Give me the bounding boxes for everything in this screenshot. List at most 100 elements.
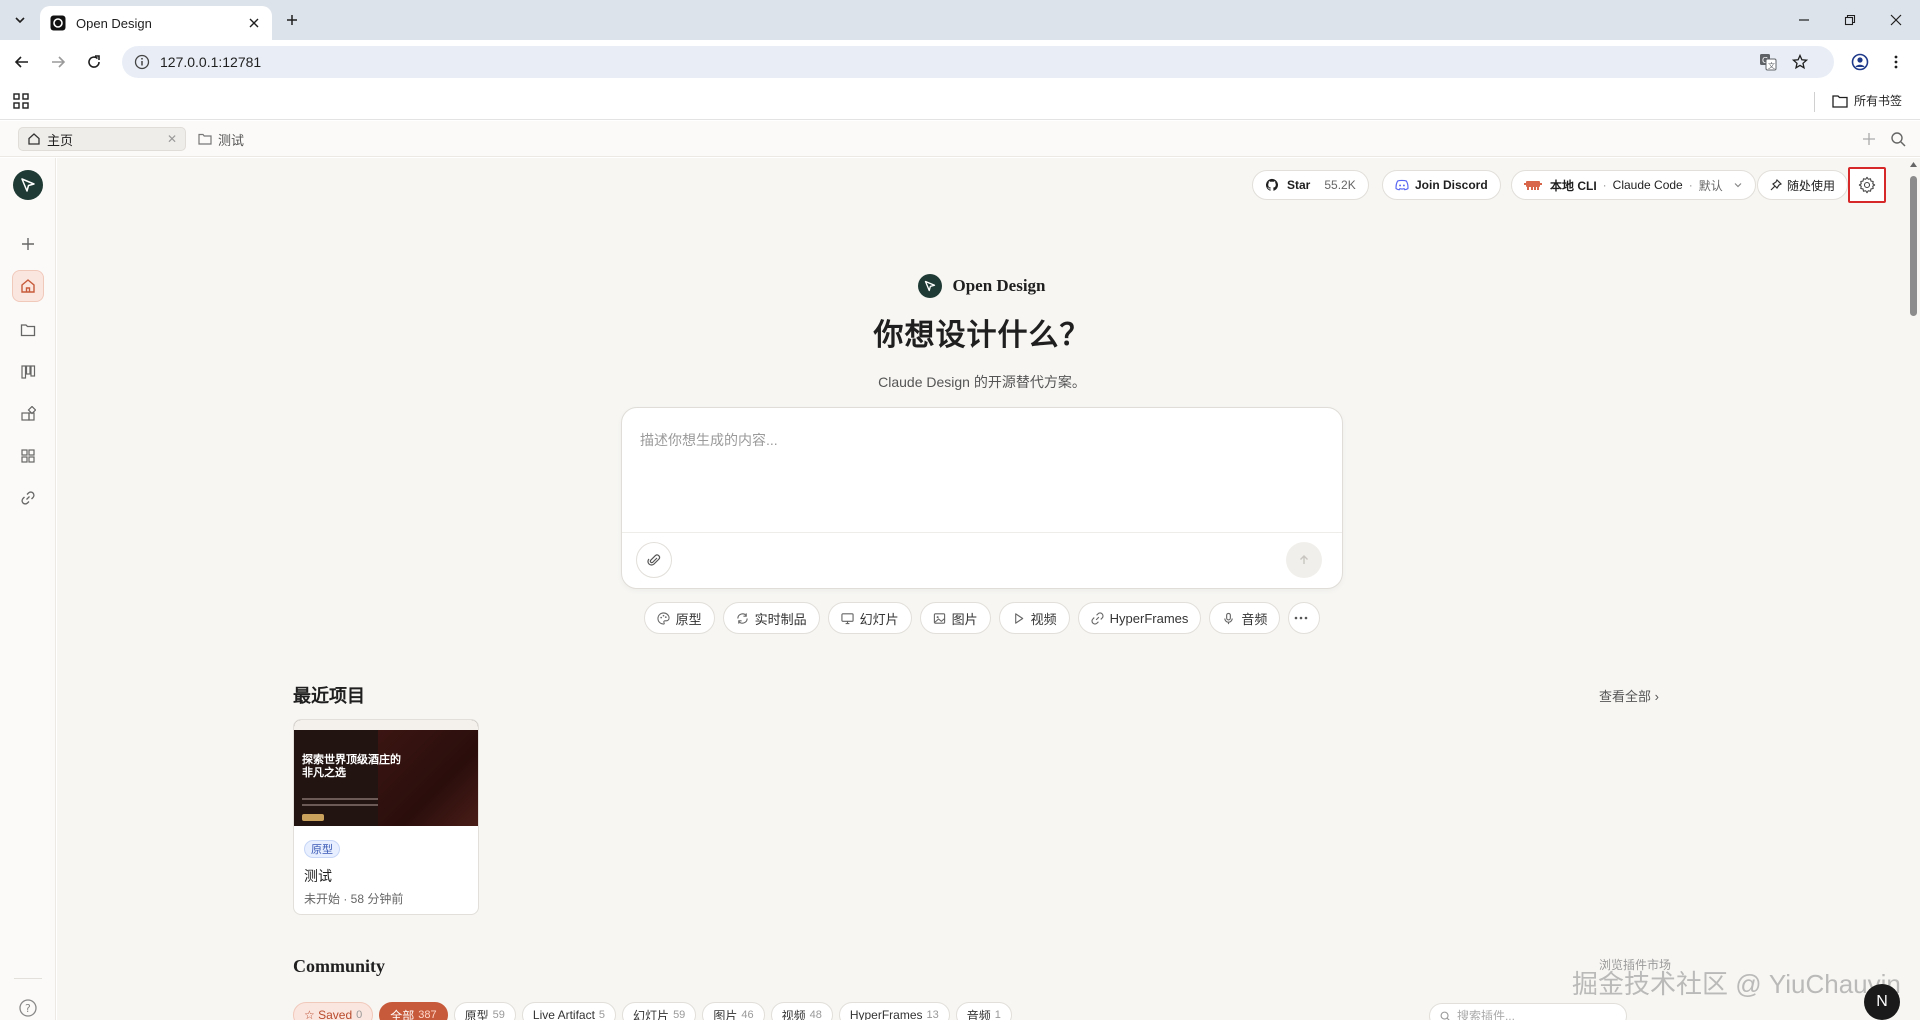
attach-button[interactable] (636, 542, 672, 578)
arrow-up-icon (1300, 555, 1308, 564)
use-anywhere-button[interactable]: 随处使用 (1757, 170, 1849, 200)
plugin-search-input[interactable] (1456, 1009, 1616, 1020)
settings-button[interactable] (1848, 167, 1886, 203)
browser-tabstrip: Open Design (0, 0, 1920, 40)
join-discord-button[interactable]: Join Discord (1382, 170, 1501, 200)
mode-chip-live-artifact[interactable]: 实时制品 (722, 602, 820, 634)
github-icon (1265, 178, 1279, 191)
filter-count: 387 (418, 1009, 437, 1020)
apps-grid-icon[interactable] (12, 92, 30, 110)
profile-button[interactable] (1848, 50, 1872, 74)
close-tab-icon[interactable] (246, 15, 262, 31)
view-all-link[interactable]: 查看全部 › (1599, 686, 1659, 705)
reload-button[interactable] (82, 50, 106, 74)
filter-label: 图片 (713, 1008, 738, 1020)
site-info-icon[interactable] (134, 54, 150, 70)
close-tab-icon[interactable]: ✕ (167, 132, 177, 146)
bookmark-star-button[interactable] (1788, 50, 1812, 74)
address-bar[interactable]: 127.0.0.1:12781 G文 (122, 46, 1834, 78)
mode-chip-audio[interactable]: 音频 (1209, 602, 1281, 634)
scroll-thumb[interactable] (1910, 176, 1917, 316)
sidebar-plugins-button[interactable] (12, 398, 44, 430)
sidebar-home-button[interactable] (12, 270, 44, 302)
send-button[interactable] (1286, 542, 1322, 578)
github-star-button[interactable]: Star 55.2K (1252, 170, 1369, 200)
filter-saved[interactable]: ☆ Saved 0 (293, 1002, 374, 1020)
filter-live-artifact[interactable]: Live Artifact 5 (521, 1002, 617, 1020)
mode-chip-label: 图片 (951, 611, 978, 627)
community-title: Community (293, 956, 386, 976)
mode-chip-slides[interactable]: 幻灯片 (827, 602, 912, 634)
filter-hyperframes[interactable]: HyperFrames 13 (838, 1002, 950, 1020)
cli-default-label: 默认 (1698, 178, 1723, 193)
sidebar-templates-button[interactable] (12, 440, 44, 472)
app-tab-test[interactable]: 测试 (198, 127, 244, 151)
thumbnail-navbar (294, 720, 478, 730)
page-scrollbar[interactable] (1907, 158, 1920, 1020)
sidebar-projects-button[interactable] (12, 314, 44, 346)
project-thumbnail: 探索世界顶级酒庄的非凡之选 (294, 720, 478, 826)
filter-slides[interactable]: 幻灯片 59 (622, 1002, 697, 1020)
filter-all[interactable]: 全部 387 (379, 1002, 448, 1020)
close-icon (1890, 14, 1902, 26)
mode-chip-prototype[interactable]: 原型 (643, 602, 715, 634)
filter-prototype[interactable]: 原型 59 (453, 1002, 516, 1020)
user-avatar[interactable]: N (1864, 984, 1900, 1020)
refresh-icon (736, 612, 748, 624)
help-icon[interactable]: ? (18, 998, 38, 1018)
filter-image[interactable]: 图片 46 (702, 1002, 765, 1020)
minimize-button[interactable] (1794, 10, 1814, 30)
scroll-up-arrow-icon[interactable] (1909, 160, 1918, 169)
back-button[interactable] (10, 50, 34, 74)
sidebar-connections-button[interactable] (12, 482, 44, 514)
filter-count: 59 (492, 1009, 505, 1020)
thumbnail-text-lines (302, 798, 378, 806)
more-horizontal-icon (1295, 616, 1308, 620)
mode-chips: 原型 实时制品 幻灯片 图片 视频 HyperFrames 音频 (57, 602, 1907, 634)
prompt-composer (621, 407, 1343, 589)
plugin-search[interactable] (1429, 1003, 1627, 1020)
plus-icon (287, 15, 297, 25)
mic-icon (1224, 612, 1234, 624)
close-window-button[interactable] (1886, 10, 1906, 30)
paperclip-icon (647, 554, 661, 566)
restore-button[interactable] (1840, 10, 1860, 30)
sidebar-new-button[interactable] (12, 228, 44, 260)
tab-search-button[interactable] (8, 8, 32, 32)
more-modes-button[interactable] (1288, 602, 1321, 634)
forward-button[interactable] (46, 50, 70, 74)
mode-chip-label: 幻灯片 (859, 611, 899, 627)
project-card[interactable]: 探索世界顶级酒庄的非凡之选 原型 测试 未开始 · 58 分钟前 (293, 719, 479, 915)
claude-agent-icon (1524, 181, 1542, 190)
browser-menu-button[interactable] (1884, 50, 1908, 74)
svg-text:?: ? (25, 1002, 31, 1015)
new-tab-button[interactable] (282, 10, 302, 30)
play-icon (1014, 612, 1023, 624)
mode-chip-image[interactable]: 图片 (919, 602, 991, 634)
app-tab-home[interactable]: 主页 ✕ (18, 127, 186, 151)
all-bookmarks-label: 所有书签 (1854, 94, 1903, 108)
translate-button[interactable]: G文 (1756, 50, 1780, 74)
sidebar-board-button[interactable] (12, 356, 44, 388)
agent-selector[interactable]: 本地 CLI · Claude Code · 默认 (1511, 170, 1756, 200)
filter-audio[interactable]: 音频 1 (955, 1002, 1012, 1020)
open-design-logo-icon (21, 178, 35, 192)
filter-video[interactable]: 视频 48 (770, 1002, 833, 1020)
search-icon[interactable] (1889, 130, 1907, 148)
browser-tab-open-design[interactable]: Open Design (40, 6, 272, 40)
filter-count: 0 (356, 1009, 363, 1020)
restore-icon (1844, 14, 1856, 26)
chevron-down-icon (1734, 183, 1742, 188)
board-icon (21, 365, 36, 379)
recent-projects-title: 最近项目 (293, 686, 365, 706)
new-app-tab-icon[interactable] (1860, 130, 1878, 148)
mode-chip-hyperframes[interactable]: HyperFrames (1077, 602, 1202, 634)
watermark-text: 掘金技术社区 @ YiuChauvin (1572, 969, 1901, 999)
project-name: 测试 (304, 868, 332, 884)
app-logo[interactable] (13, 170, 43, 200)
prompt-input[interactable] (640, 430, 1320, 520)
mode-chip-video[interactable]: 视频 (998, 602, 1070, 634)
project-type-badge: 原型 (304, 840, 340, 858)
arrow-left-icon (14, 56, 28, 68)
all-bookmarks-button[interactable]: 所有书签 (1832, 92, 1902, 109)
